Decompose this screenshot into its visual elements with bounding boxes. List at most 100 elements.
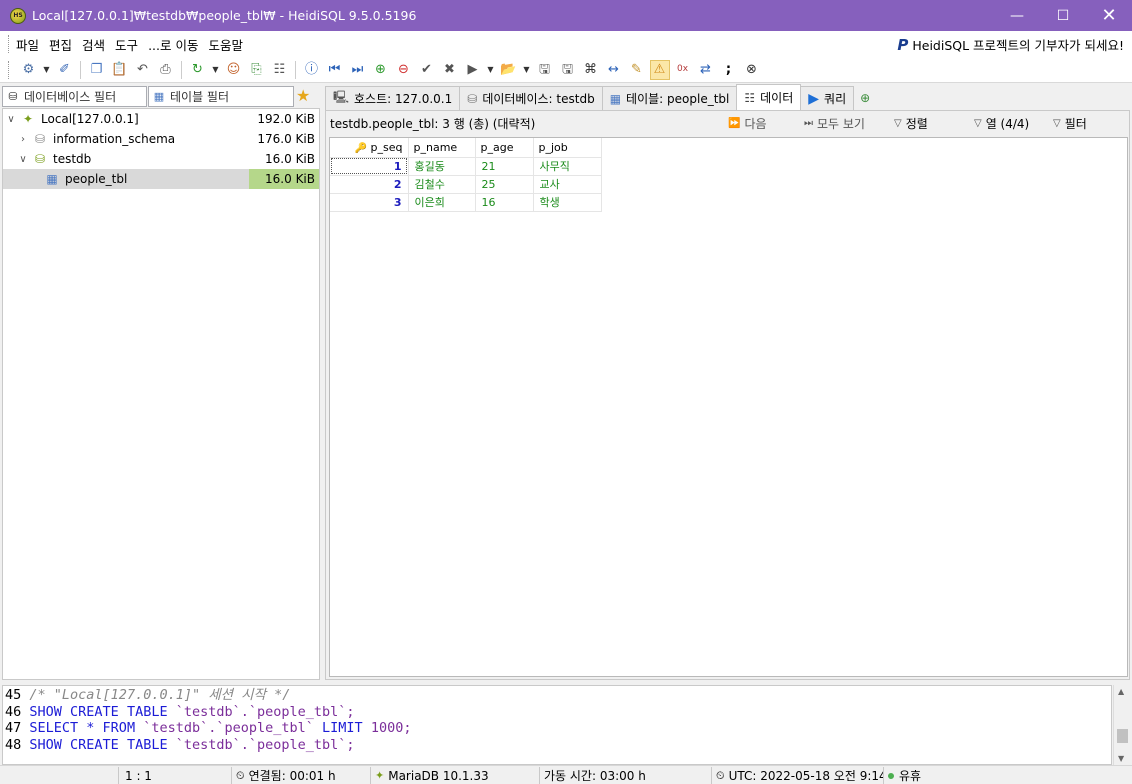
menu-file[interactable]: 파일 xyxy=(11,35,44,54)
first-record-icon[interactable]: ⏮ xyxy=(325,60,345,80)
scroll-thumb[interactable] xyxy=(1117,729,1128,743)
tab-database[interactable]: ⛁ 데이터베이스: testdb xyxy=(459,86,603,110)
data-grid[interactable]: 🔑 p_seq p_name p_age p_job 1 홍길동 21 사무직 … xyxy=(329,137,1128,677)
cell-p-job[interactable]: 학생 xyxy=(533,193,602,212)
donate-link[interactable]: P HeidiSQL 프로젝트의 기부자가 되세요! xyxy=(897,35,1124,54)
database-filter-input[interactable]: ⛁ 데이터베이스 필터 xyxy=(2,86,147,107)
cancel-record-icon[interactable]: ✖ xyxy=(440,60,460,80)
cursor-position: 1 : 1 xyxy=(118,767,230,784)
cell-p-seq[interactable]: 1 xyxy=(330,157,409,176)
paste-icon[interactable]: 📋 xyxy=(110,60,130,80)
cell-p-age[interactable]: 25 xyxy=(475,175,534,194)
tree-node-information-schema[interactable]: › ⛁ information_schema 176.0 KiB xyxy=(3,129,319,149)
semicolon-icon[interactable]: ; xyxy=(719,60,739,80)
cell-p-name[interactable]: 김철수 xyxy=(408,175,476,194)
new-query-tab-button[interactable]: ⊕ xyxy=(853,86,882,110)
cell-p-seq[interactable]: 2 xyxy=(330,175,409,194)
show-all-button[interactable]: ⏭ 모두 보기 xyxy=(804,115,865,132)
run-dropdown-icon[interactable]: ▼ xyxy=(486,60,496,80)
menu-tools[interactable]: 도구 xyxy=(110,35,143,54)
title-bar: HS Local[127.0.0.1]₩testdb₩people_tbl₩ -… xyxy=(0,0,1132,31)
open-dropdown-icon[interactable]: ▼ xyxy=(522,60,532,80)
tab-data[interactable]: ☷ 데이터 xyxy=(736,84,802,110)
undo-icon[interactable]: ↶ xyxy=(133,60,153,80)
uptime: 가동 시간: 03:00 h xyxy=(539,767,710,784)
refresh-dropdown-icon[interactable]: ▼ xyxy=(211,60,221,80)
replace-icon[interactable]: ↔ xyxy=(604,60,624,80)
table-filter-input[interactable]: ▦ 테이블 필터 xyxy=(148,86,294,107)
table-row[interactable]: 1 홍길동 21 사무직 xyxy=(330,157,602,176)
menu-search[interactable]: 검색 xyxy=(77,35,110,54)
maintenance-icon[interactable]: ☷ xyxy=(270,60,290,80)
save-icon[interactable]: 🖫 xyxy=(535,60,555,80)
expand-icon[interactable]: › xyxy=(17,134,29,145)
cell-p-job[interactable]: 사무직 xyxy=(533,157,602,176)
cell-p-job[interactable]: 교사 xyxy=(533,175,602,194)
cell-p-age[interactable]: 21 xyxy=(475,157,534,176)
collapse-icon[interactable]: ∨ xyxy=(5,114,17,125)
column-header-p-name[interactable]: p_name xyxy=(408,138,476,158)
find-icon[interactable]: ⌘ xyxy=(581,60,601,80)
binary-icon[interactable]: 0x xyxy=(673,60,693,80)
data-info-bar: testdb.people_tbl: 3 행 (총) (대략적) ⏩ 다음 ⏭ … xyxy=(326,111,1129,136)
column-header-p-job[interactable]: p_job xyxy=(533,138,602,158)
column-header-p-seq[interactable]: 🔑 p_seq xyxy=(330,138,409,158)
delete-record-icon[interactable]: ⊖ xyxy=(394,60,414,80)
format-sql-icon[interactable]: ✎ xyxy=(627,60,647,80)
play-icon: ▶ xyxy=(808,90,820,107)
print-icon[interactable]: ⎙ xyxy=(156,60,176,80)
tab-table[interactable]: ▦ 테이블: people_tbl xyxy=(601,86,738,110)
tab-label: 호스트: 127.0.0.1 xyxy=(354,92,453,106)
tab-query[interactable]: ▶ 쿼리 xyxy=(800,86,855,110)
refresh-icon[interactable]: ↻ xyxy=(188,60,208,80)
minimize-button[interactable]: — xyxy=(994,0,1040,31)
cell-p-name[interactable]: 이은희 xyxy=(408,193,476,212)
sql-log-scrollbar[interactable]: ▲ ▼ xyxy=(1113,685,1130,765)
next-button[interactable]: ⏩ 다음 xyxy=(728,115,767,132)
save-snippet-icon[interactable]: 🖫 xyxy=(558,60,578,80)
cell-p-seq[interactable]: 3 xyxy=(330,193,409,212)
export-icon[interactable]: ⎘ xyxy=(247,60,267,80)
close-button[interactable]: ✕ xyxy=(1086,0,1132,31)
insert-record-icon[interactable]: ⊕ xyxy=(371,60,391,80)
post-record-icon[interactable]: ✔ xyxy=(417,60,437,80)
scroll-up-icon[interactable]: ▲ xyxy=(1118,687,1124,696)
collapse-icon[interactable]: ∨ xyxy=(17,154,29,165)
heidisql-app-icon: HS xyxy=(10,7,26,24)
menu-edit[interactable]: 편집 xyxy=(44,35,77,54)
open-file-icon[interactable]: 📂 xyxy=(499,60,519,80)
sql-log[interactable]: 45 /* "Local[127.0.0.1]" 세션 시작 */ 46 SHO… xyxy=(2,685,1112,765)
tree-node-server[interactable]: ∨ ✦ Local[127.0.0.1] 192.0 KiB xyxy=(3,109,319,129)
scroll-down-icon[interactable]: ▼ xyxy=(1118,754,1124,763)
session-manager-icon[interactable]: ⚙ xyxy=(19,60,39,80)
filter-button[interactable]: ▽ 필터 xyxy=(1053,115,1087,132)
status-bar: 1 : 1 ⏲ 연결됨: 00:01 h ✦ MariaDB 10.1.33 가… xyxy=(0,765,1132,784)
sort-button[interactable]: ▽ 정렬 xyxy=(894,115,928,132)
user-manager-icon[interactable]: ☺ xyxy=(224,60,244,80)
copy-icon[interactable]: ❐ xyxy=(87,60,107,80)
tree-node-testdb[interactable]: ∨ ⛁ testdb 16.0 KiB xyxy=(3,149,319,169)
warning-toggle-icon[interactable]: ⚠ xyxy=(649,59,670,80)
clock-icon: ⏲ xyxy=(716,768,725,782)
tree-node-people-tbl[interactable]: ▦ people_tbl 16.0 KiB xyxy=(3,169,319,189)
favorites-star-icon[interactable]: ★ xyxy=(296,86,310,105)
tab-host[interactable]: 🖳 호스트: 127.0.0.1 xyxy=(325,86,461,110)
database-filter-placeholder: 데이터베이스 필터 xyxy=(24,90,117,104)
cell-p-age[interactable]: 16 xyxy=(475,193,534,212)
session-dropdown-icon[interactable]: ▼ xyxy=(42,60,52,80)
columns-button[interactable]: ▽ 열 (4/4) xyxy=(974,115,1029,132)
stop-icon[interactable]: ⊗ xyxy=(742,60,762,80)
disconnect-icon[interactable]: ✐ xyxy=(55,60,75,80)
column-header-p-age[interactable]: p_age xyxy=(475,138,534,158)
last-record-icon[interactable]: ⏭ xyxy=(348,60,368,80)
cell-p-name[interactable]: 홍길동 xyxy=(408,157,476,176)
menu-goto[interactable]: ...로 이동 xyxy=(143,35,203,54)
menu-help[interactable]: 도움말 xyxy=(203,35,248,54)
table-row[interactable]: 3 이은희 16 학생 xyxy=(330,193,602,212)
help-icon[interactable]: ⓘ xyxy=(302,60,322,80)
maximize-button[interactable]: ☐ xyxy=(1040,0,1086,31)
table-row[interactable]: 2 김철수 25 교사 xyxy=(330,175,602,194)
donate-label: HeidiSQL 프로젝트의 기부자가 되세요! xyxy=(912,38,1124,53)
wrap-icon[interactable]: ⇄ xyxy=(696,60,716,80)
run-query-icon[interactable]: ▶ xyxy=(463,60,483,80)
